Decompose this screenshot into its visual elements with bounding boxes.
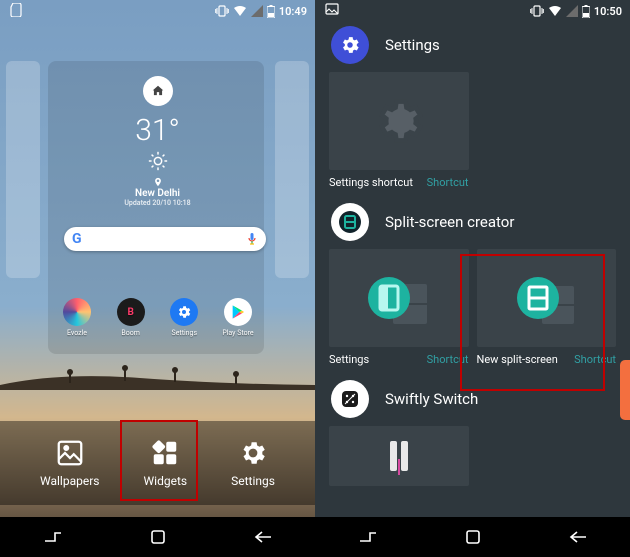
signal-icon [566,5,578,17]
wifi-icon [548,5,562,17]
status-bar: 10:50 [315,0,630,22]
tile-preview [477,249,617,347]
wifi-icon [233,5,247,17]
tile-tag: Shortcut [427,353,469,366]
widgets-button[interactable]: Widgets [144,438,188,488]
nav-home-button[interactable] [453,517,493,557]
weather-widget[interactable]: 31° New Delhi Updated 20/10 10:18 [0,113,315,207]
tile-tag: Shortcut [574,353,616,366]
widgets-label: Widgets [144,474,188,488]
vibrate-icon [215,5,229,17]
phone-left: 10:49 31° [0,0,315,557]
app-play-store[interactable]: Play Store [221,298,255,337]
evozle-icon [63,298,91,326]
google-mic-icon[interactable] [246,232,258,246]
tile-name: New split-screen [477,353,558,366]
google-search-bar[interactable]: G [64,227,266,251]
default-home-button[interactable] [143,76,173,106]
app-label: Settings [172,329,198,337]
updated-time: Updated 20/10 10:18 [124,199,190,207]
widget-group-header-settings[interactable]: Settings [315,22,630,72]
battery-icon [582,5,590,18]
status-bar: 10:49 [0,0,315,22]
app-settings[interactable]: Settings [167,298,201,337]
nav-bar [315,517,630,557]
tile-preview [329,249,469,347]
widget-tile-settings-shortcut[interactable]: Settings shortcut Shortcut [329,72,469,189]
vibrate-icon [530,5,544,17]
picture-icon [325,3,339,15]
status-time: 10:49 [279,5,307,18]
signal-icon [251,5,263,17]
nav-back-button[interactable] [558,517,598,557]
city: New Delhi [135,188,180,199]
wallpapers-button[interactable]: Wallpapers [40,438,99,488]
split-screen-app-icon [331,203,369,241]
launcher-settings-label: Settings [231,474,275,488]
sun-icon [147,150,169,172]
app-label: Play Store [222,329,253,337]
widget-group-title: Settings [385,36,440,54]
nav-back-button[interactable] [243,517,283,557]
widget-group-header-split-screen[interactable]: Split-screen creator [315,199,630,249]
edge-panel-handle[interactable] [620,360,630,420]
status-time: 10:50 [594,5,622,18]
widget-group-title: Swiftly Switch [385,390,478,408]
app-label: Boom [121,329,139,337]
widget-tile-split-settings[interactable]: Settings Shortcut [329,249,469,366]
gear-icon [238,438,268,468]
widget-tile-new-split-screen[interactable]: New split-screen Shortcut [477,249,617,366]
settings-app-icon [331,26,369,64]
pin-icon [153,176,163,188]
nav-bar [0,517,315,557]
widget-group-header-swiftly[interactable]: Swiftly Switch [315,376,630,426]
nav-home-button[interactable] [138,517,178,557]
launcher-options-panel: Wallpapers Widgets Settings [0,421,315,505]
widget-picker-scroll[interactable]: Settings Settings shortcut Shortcut [315,22,630,517]
nav-recents-button[interactable] [348,517,388,557]
tile-preview [329,426,469,486]
tile-preview [329,72,469,170]
battery-icon [267,5,275,18]
nav-recents-button[interactable] [33,517,73,557]
launcher-settings-button[interactable]: Settings [231,438,275,488]
tile-name: Settings [329,353,369,366]
widget-group-title: Split-screen creator [385,213,514,231]
widgets-icon [150,438,180,468]
app-label: Evozle [67,329,87,337]
tile-name: Settings shortcut [329,176,413,189]
widget-tile-swiftly[interactable] [329,426,469,486]
tile-tag: Shortcut [427,176,469,189]
app-boom[interactable]: B Boom [114,298,148,337]
app-evozle[interactable]: Evozle [60,298,94,337]
wallpapers-label: Wallpapers [40,474,99,488]
app-row: Evozle B Boom Settings Play Store [60,298,255,337]
temperature: 31° [135,113,180,148]
sim-icon [10,3,22,17]
settings-icon [170,298,198,326]
wallpaper-icon [55,438,85,468]
boom-icon: B [117,298,145,326]
swiftly-switch-app-icon [331,380,369,418]
google-logo-icon: G [72,231,82,247]
play-store-icon [224,298,252,326]
phone-right: 10:50 Settings Settings shortcut Shortcu… [315,0,630,557]
